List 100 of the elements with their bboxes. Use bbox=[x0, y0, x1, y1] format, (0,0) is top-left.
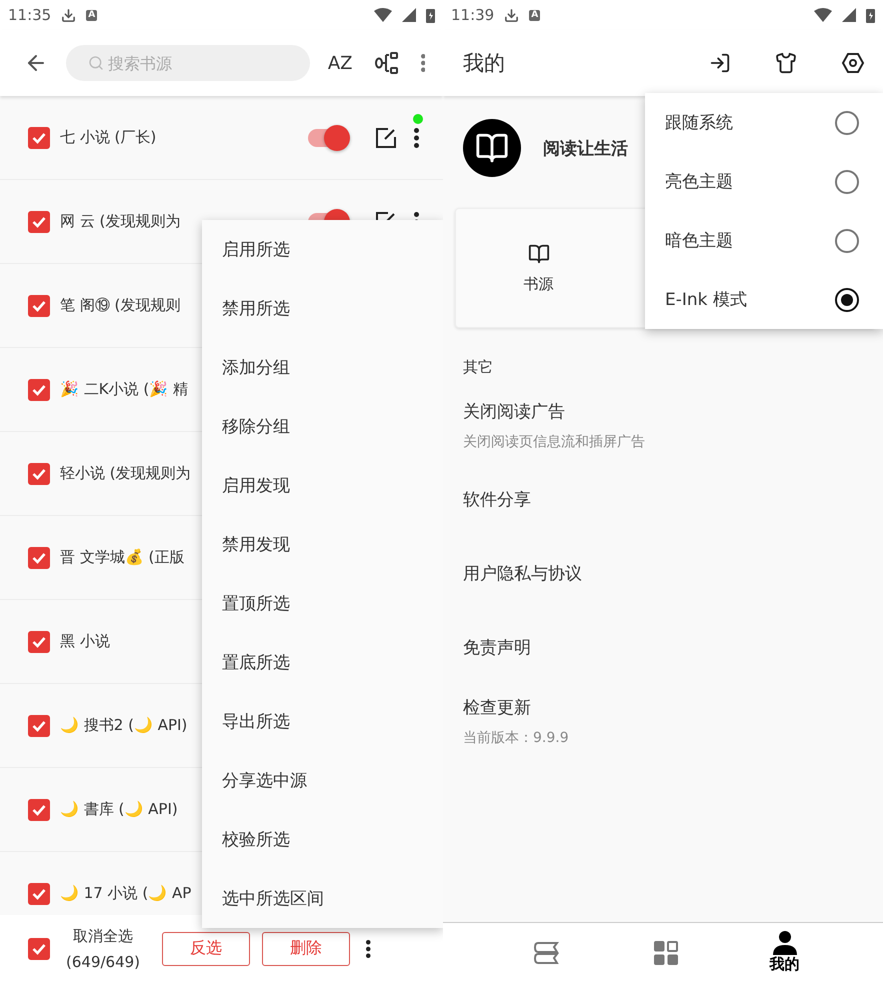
settings-title: 软件分享 bbox=[463, 488, 532, 510]
menu-item[interactable]: 导出所选 bbox=[202, 692, 443, 751]
checkmark-icon bbox=[32, 552, 46, 564]
theme-label: 跟随系统 bbox=[665, 112, 733, 134]
battery-icon bbox=[426, 8, 435, 22]
checkmark-icon bbox=[32, 132, 46, 144]
book-icon bbox=[528, 242, 550, 264]
source-name: 笔 阁⑲ (发现规则 bbox=[60, 296, 180, 315]
menu-item[interactable]: 启用所选 bbox=[202, 220, 443, 279]
theme-option[interactable]: 暗色主题 bbox=[645, 211, 883, 270]
menu-item[interactable]: 禁用所选 bbox=[202, 279, 443, 338]
action-button[interactable]: 反选 bbox=[162, 932, 250, 966]
selection-count: (649/649) bbox=[66, 952, 140, 972]
menu-item[interactable]: 校验所选 bbox=[202, 810, 443, 869]
settings-subtitle: 关闭阅读页信息流和插屏广告 bbox=[463, 432, 646, 450]
checkbox[interactable] bbox=[28, 882, 50, 904]
bookshelf-icon bbox=[534, 940, 560, 964]
source-name: 黑 小说 bbox=[60, 632, 110, 651]
import-icon bbox=[709, 52, 731, 74]
settings-title: 免责声明 bbox=[463, 636, 532, 658]
shirt-icon bbox=[775, 52, 797, 74]
source-name: 晋 文学城💰 (正版 bbox=[60, 548, 184, 567]
settings-item[interactable]: 关闭阅读广告 关闭阅读页信息流和插屏广告 bbox=[443, 388, 883, 462]
wifi-icon bbox=[814, 8, 832, 22]
theme-label: 亮色主题 bbox=[665, 171, 733, 193]
source-name: 轻小说 (发现规则为 bbox=[60, 464, 191, 483]
menu-item[interactable]: 分享选中源 bbox=[202, 751, 443, 810]
source-name: 七 小说 (厂长) bbox=[60, 128, 156, 147]
menu-item[interactable]: 禁用发现 bbox=[202, 515, 443, 574]
checkmark-icon bbox=[32, 384, 46, 396]
menu-item[interactable]: 移除分组 bbox=[202, 397, 443, 456]
checkmark-icon bbox=[32, 720, 46, 732]
settings-item[interactable]: 检查更新 当前版本：9.9.9 bbox=[443, 684, 883, 758]
group-icon bbox=[374, 52, 398, 74]
action-button[interactable]: 删除 bbox=[262, 932, 350, 966]
more-icon bbox=[366, 940, 371, 958]
profile-slogan: 阅读让生活 bbox=[543, 138, 628, 160]
settings-title: 检查更新 bbox=[463, 696, 532, 718]
source-name: 网 云 (发现规则为 bbox=[60, 212, 180, 231]
source-name: 🌙 書库 (🌙 API) bbox=[60, 800, 178, 819]
menu-item[interactable]: 置顶所选 bbox=[202, 574, 443, 633]
checkbox[interactable] bbox=[28, 210, 50, 232]
more-icon bbox=[420, 54, 425, 72]
checkmark-icon bbox=[32, 804, 46, 816]
download-icon bbox=[61, 8, 76, 22]
settings-subtitle: 当前版本：9.9.9 bbox=[463, 728, 570, 746]
download-icon bbox=[504, 8, 520, 22]
search-field[interactable]: 搜索书源 bbox=[66, 45, 310, 81]
settings-item[interactable]: 软件分享 bbox=[443, 462, 883, 536]
theme-label: E-Ink 模式 bbox=[665, 289, 747, 311]
checkmark-icon bbox=[32, 942, 46, 954]
checkbox[interactable] bbox=[28, 630, 50, 652]
checkbox[interactable] bbox=[28, 294, 50, 316]
radio-button[interactable] bbox=[835, 170, 859, 194]
menu-item[interactable]: 置底所选 bbox=[202, 633, 443, 692]
checkmark-icon bbox=[32, 216, 46, 228]
section-title: 其它 bbox=[462, 357, 494, 378]
source-name: 🎉 二K小说 (🎉 精 bbox=[60, 380, 188, 399]
settings-title: 用户隐私与协议 bbox=[463, 562, 583, 584]
battery-icon bbox=[866, 8, 875, 22]
checkbox[interactable] bbox=[28, 126, 50, 148]
select-all-label: 取消全选 bbox=[73, 926, 134, 946]
source-name: 🌙 搜书2 (🌙 API) bbox=[60, 716, 188, 735]
select-all-checkbox[interactable] bbox=[28, 938, 50, 960]
settings-item[interactable]: 用户隐私与协议 bbox=[443, 536, 883, 610]
theme-option[interactable]: 亮色主题 bbox=[645, 152, 883, 211]
checkbox[interactable] bbox=[28, 378, 50, 400]
checkbox[interactable] bbox=[28, 714, 50, 736]
signal-icon bbox=[842, 8, 856, 22]
status-time: 11:35 bbox=[8, 6, 52, 24]
signal-icon bbox=[402, 8, 416, 22]
menu-item[interactable]: 启用发现 bbox=[202, 456, 443, 515]
apps-grid-icon bbox=[654, 940, 678, 964]
checkmark-icon bbox=[32, 300, 46, 312]
checkbox[interactable] bbox=[28, 546, 50, 568]
wifi-icon bbox=[374, 8, 392, 22]
checkbox[interactable] bbox=[28, 462, 50, 484]
menu-item[interactable]: 添加分组 bbox=[202, 338, 443, 397]
theme-option[interactable]: 跟随系统 bbox=[645, 93, 883, 152]
more-icon bbox=[414, 128, 419, 148]
settings-icon bbox=[841, 51, 865, 75]
settings-title: 关闭阅读广告 bbox=[463, 400, 566, 422]
checkmark-icon bbox=[32, 888, 46, 900]
radio-button[interactable] bbox=[835, 228, 859, 252]
radio-button[interactable] bbox=[835, 288, 859, 312]
sort-button[interactable]: AZ bbox=[324, 48, 356, 78]
settings-item[interactable]: 免责声明 bbox=[443, 610, 883, 684]
checkmark-icon bbox=[32, 468, 46, 480]
notification-icon: A bbox=[529, 10, 540, 20]
person-icon bbox=[772, 931, 796, 955]
notification-icon: A bbox=[86, 10, 98, 20]
menu-item[interactable]: 选中所选区间 bbox=[202, 869, 443, 928]
checkmark-icon bbox=[32, 636, 46, 648]
checkbox[interactable] bbox=[28, 798, 50, 820]
edit-icon bbox=[376, 128, 396, 148]
theme-option[interactable]: E-Ink 模式 bbox=[645, 270, 883, 329]
shortcut-item[interactable]: 书源 bbox=[456, 209, 621, 327]
theme-label: 暗色主题 bbox=[665, 230, 733, 252]
radio-button[interactable] bbox=[835, 110, 859, 134]
status-time: 11:39 bbox=[451, 6, 494, 24]
